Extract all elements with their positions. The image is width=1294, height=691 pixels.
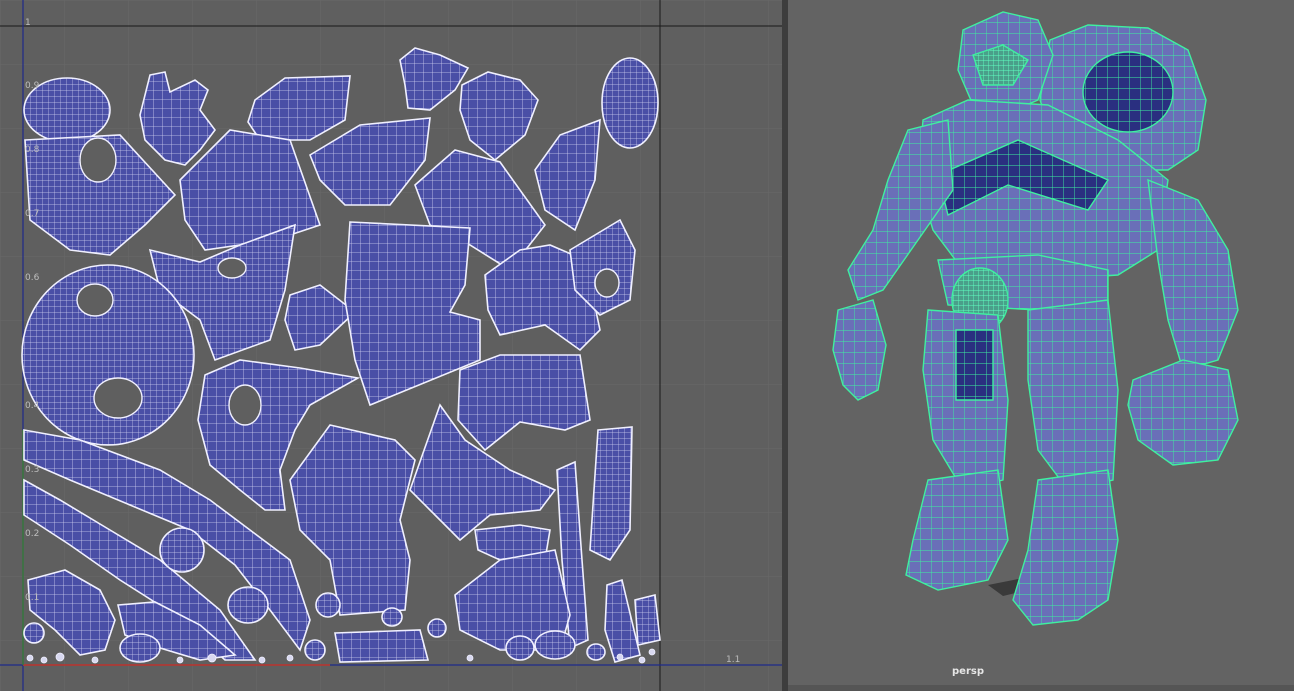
v-tick-label: 1 (25, 18, 31, 28)
right-hand-mesh (1127, 359, 1239, 466)
perspective-viewport[interactable]: persp (788, 0, 1294, 691)
uv-texture-editor[interactable]: 1 0.9 0.8 0.7 0.6 0.4 0.3 0.2 0.1 1.1 (0, 0, 782, 691)
uv-hole (76, 283, 114, 317)
uv-shell (227, 586, 269, 624)
uv-canvas[interactable] (0, 0, 782, 691)
uv-shell (159, 527, 205, 573)
right-arm-mesh (1147, 178, 1239, 371)
v-tick-label: 0.3 (25, 465, 40, 475)
v-tick-label: 0.4 (25, 401, 40, 411)
v-tick-label: 0.1 (25, 593, 40, 603)
uv-hole (594, 268, 620, 298)
v-tick-label: 0.6 (25, 273, 40, 283)
leg-panel-mesh (955, 329, 994, 401)
uv-shell (334, 629, 430, 663)
backpack-ring (1082, 51, 1174, 133)
right-boot-mesh (1012, 469, 1119, 626)
viewport-bottom-border (788, 685, 1294, 691)
uv-shell (534, 630, 576, 660)
left-arm-mesh (847, 119, 954, 301)
uv-shell (119, 633, 161, 663)
uv-shell (23, 622, 45, 644)
left-boot-mesh (905, 469, 1009, 591)
u-tick-label: 1.1 (726, 655, 741, 665)
left-hand-mesh (832, 299, 887, 401)
v-tick-label: 0.7 (25, 209, 40, 219)
uv-shell (381, 607, 403, 627)
v-tick-label: 0.2 (25, 529, 40, 539)
v-tick-label: 0.8 (25, 145, 40, 155)
uv-hole (217, 257, 247, 279)
uv-shell (601, 57, 659, 149)
uv-shell (634, 594, 661, 646)
uv-shell (586, 643, 606, 661)
uv-shell (304, 639, 326, 661)
right-leg-mesh (1027, 299, 1119, 491)
uv-hole (228, 384, 262, 426)
uv-shell (505, 635, 535, 661)
uv-shell (427, 618, 447, 638)
uv-hole (93, 377, 143, 419)
uv-hole (79, 137, 117, 183)
camera-label: persp (952, 666, 984, 677)
character-model-view[interactable] (788, 0, 1294, 691)
uv-shell (315, 592, 341, 618)
v-tick-label: 0.9 (25, 81, 40, 91)
character-mesh (832, 11, 1239, 626)
